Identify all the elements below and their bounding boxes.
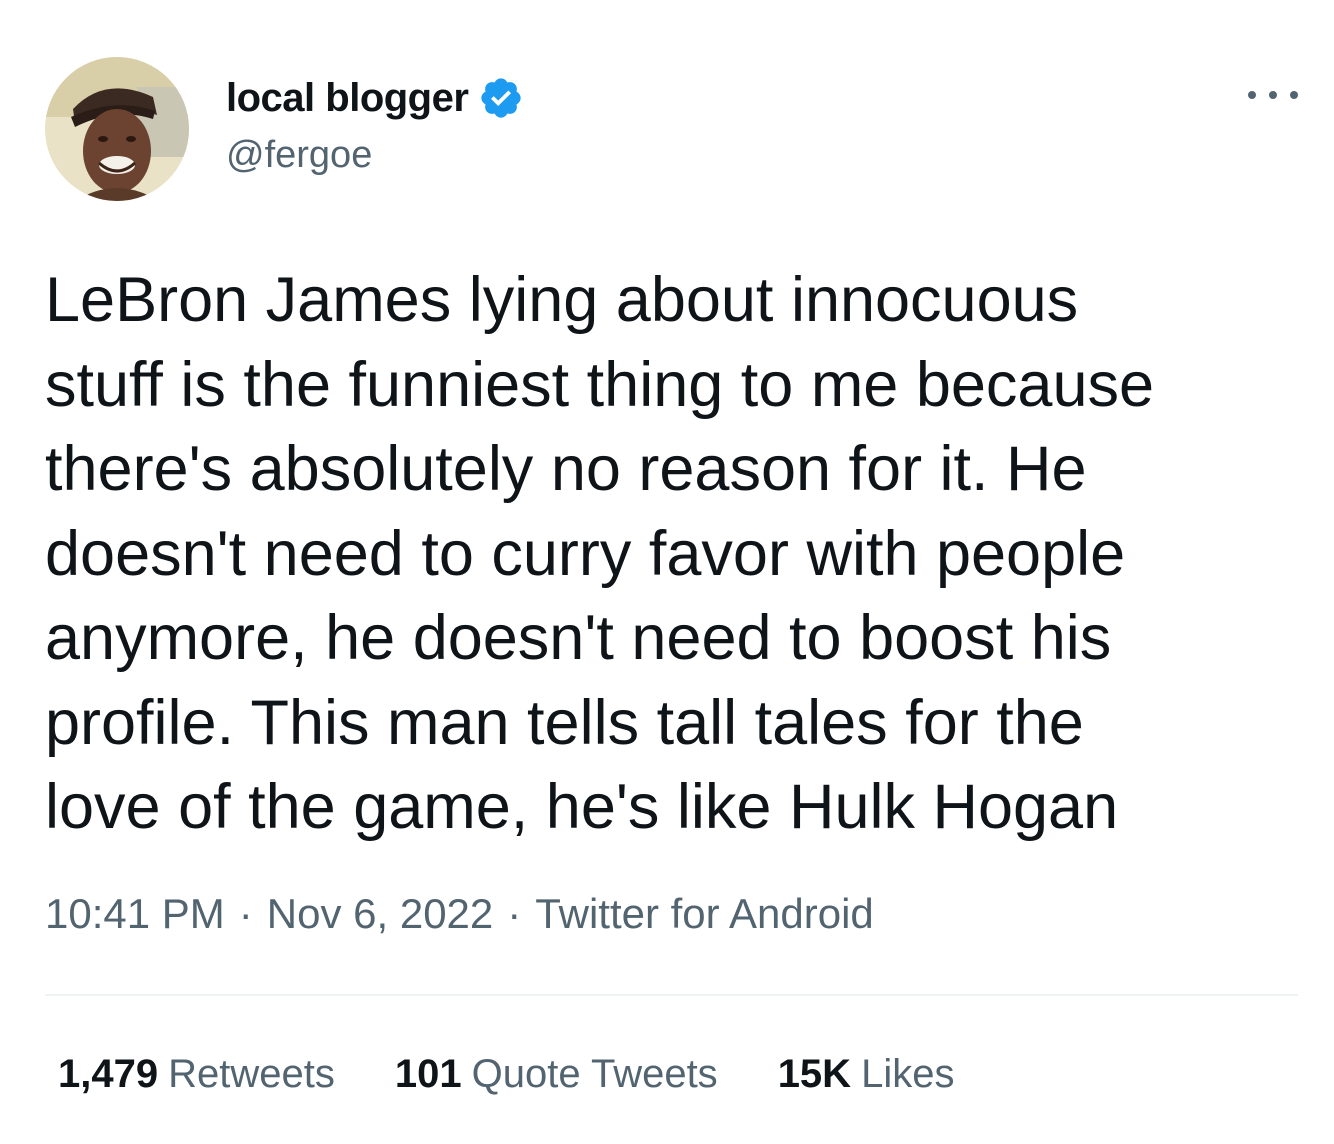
dot-icon [1248, 91, 1256, 99]
tweet-metadata: 10:41 PM · Nov 6, 2022 · Twitter for Android [45, 890, 874, 938]
tweet-text-line: LeBron James lying about innocuous [45, 265, 1079, 335]
quote-tweets-count: 101 [394, 1052, 462, 1096]
quote-tweets-label: Quote Tweets [471, 1052, 718, 1096]
user-avatar[interactable] [45, 57, 189, 201]
tweet-source[interactable]: Twitter for Android [535, 890, 873, 937]
tweet-time[interactable]: 10:41 PM [45, 890, 225, 937]
retweets-count: 1,479 [58, 1052, 159, 1096]
tweet-card: local blogger @fergoe LeBron James lying… [0, 0, 1334, 1144]
author-display-name[interactable]: local blogger [226, 76, 469, 121]
author-name-row: local blogger [226, 72, 524, 124]
tweet-text-line: profile. This man tells tall tales for t… [45, 687, 1084, 758]
dot-icon [1290, 91, 1298, 99]
more-options-icon[interactable] [1248, 80, 1298, 110]
verified-badge-icon [478, 75, 524, 121]
meta-separator: · [238, 890, 253, 937]
tweet-stats: 1,479 Retweets 101 Quote Tweets 15K Likes [58, 1052, 1014, 1097]
tweet-text-line: doesn't need to curry favor with people [45, 518, 1126, 589]
tweet-text-line: stuff is the funniest thing to me becaus… [45, 349, 1155, 420]
tweet-date[interactable]: Nov 6, 2022 [267, 890, 494, 937]
tweet-text-line: anymore, he doesn't need to boost his [45, 603, 1112, 673]
tweet-text: LeBron James lying about innocuous stuff… [45, 258, 1305, 850]
quote-tweets-stat[interactable]: 101 Quote Tweets [395, 1052, 718, 1097]
author-handle[interactable]: @fergoe [226, 134, 372, 177]
retweets-label: Retweets [168, 1052, 335, 1096]
meta-separator: · [507, 890, 522, 937]
tweet-text-line: there's absolutely no reason for it. He [45, 434, 1087, 504]
divider [45, 994, 1298, 996]
dot-icon [1269, 91, 1277, 99]
likes-label: Likes [861, 1052, 955, 1096]
tweet-text-line: love of the game, he's like Hulk Hogan [45, 772, 1119, 842]
retweets-stat[interactable]: 1,479 Retweets [58, 1052, 335, 1097]
likes-count: 15K [777, 1052, 852, 1096]
likes-stat[interactable]: 15K Likes [778, 1052, 955, 1097]
avatar-photo [45, 57, 189, 201]
